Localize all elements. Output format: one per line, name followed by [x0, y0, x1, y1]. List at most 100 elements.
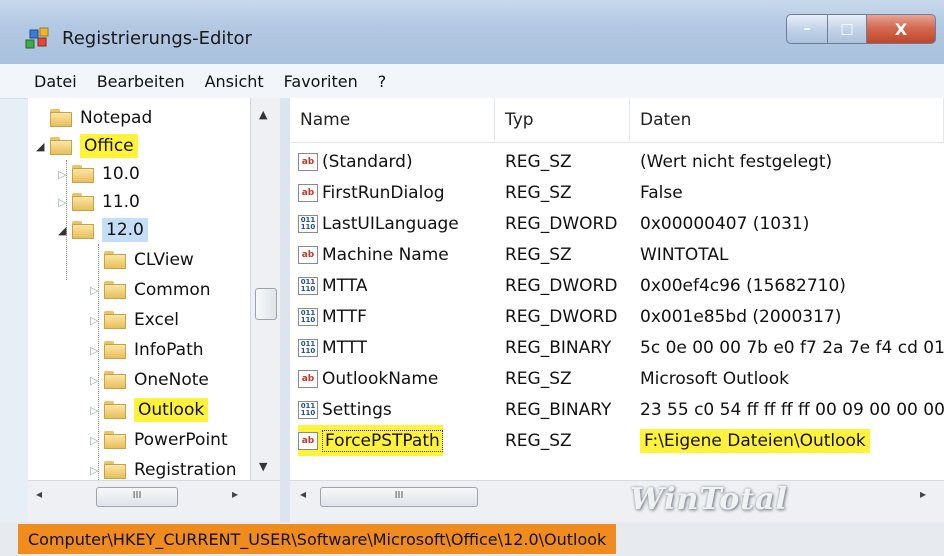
folder-icon — [104, 371, 126, 389]
window-controls: – □ X — [786, 14, 936, 44]
list-scroll-right-icon[interactable]: ▸ — [920, 487, 926, 501]
value-name-cell[interactable]: ab Machine Name — [298, 239, 449, 270]
expand-arrow-icon[interactable]: ▷ — [90, 464, 104, 477]
tree-item-registration[interactable]: ▷ Registration — [90, 456, 237, 480]
value-name: MTTT — [322, 337, 368, 358]
expand-arrow-icon[interactable]: ▷ — [58, 196, 72, 209]
value-name-cell[interactable]: 011 110 LastUILanguage — [298, 208, 459, 239]
value-name-cell[interactable]: 011 110 MTTF — [298, 301, 367, 332]
menu-bearbeiten[interactable]: Bearbeiten — [87, 72, 195, 91]
tree-item-onenote[interactable]: ▷ OneNote — [90, 366, 209, 394]
list-row-firstrundialog[interactable]: ab FirstRunDialog REG_SZ False — [290, 177, 944, 208]
value-data-cell: 23 55 c0 54 ff ff ff ff 00 09 00 00 00 0 — [640, 394, 944, 425]
tree-item-11-0[interactable]: ▷ 11.0 — [58, 188, 140, 216]
value-name-cell[interactable]: 011 110 MTTT — [298, 332, 367, 363]
tree-scroll-thumb[interactable] — [255, 288, 277, 320]
list-hscroll-thumb[interactable]: III — [320, 487, 478, 507]
scroll-up-arrow-icon[interactable]: ▲ — [259, 108, 267, 121]
value-data: 0x00ef4c96 (15682710) — [640, 275, 846, 296]
list-row-settings[interactable]: 011 110 Settings REG_BINARY 23 55 c0 54 ff … — [290, 394, 944, 425]
folder-icon — [104, 251, 126, 269]
value-type: REG_SZ — [505, 182, 572, 203]
binary-value-icon: 011 110 — [298, 400, 318, 419]
tree-item-label: 12.0 — [102, 218, 148, 242]
value-name-cell[interactable]: ab FirstRunDialog — [298, 177, 445, 208]
tree-item-notepad[interactable]: Notepad — [36, 104, 152, 132]
folder-icon — [72, 193, 94, 211]
value-name-cell[interactable]: ab OutlookName — [298, 363, 438, 394]
value-name: MTTA — [322, 275, 368, 296]
column-data[interactable]: Daten — [630, 98, 944, 142]
value-name: Machine Name — [322, 244, 449, 265]
folder-icon — [104, 461, 126, 479]
expand-arrow-icon[interactable]: ▷ — [90, 314, 104, 327]
tree-item-12-0[interactable]: ◢ 12.0 — [58, 216, 148, 244]
expand-arrow-icon[interactable]: ▷ — [90, 404, 104, 417]
expand-arrow-icon[interactable]: ▷ — [90, 284, 104, 297]
binary-value-icon: 011 110 — [298, 307, 318, 326]
tree-item-office[interactable]: ◢ Office — [36, 132, 138, 160]
tree-vertical-scrollbar[interactable]: ▲ ▼ — [250, 98, 281, 480]
expand-arrow-icon[interactable]: ▷ — [90, 434, 104, 447]
pane-splitter[interactable] — [280, 98, 290, 534]
close-icon: X — [894, 19, 908, 39]
scroll-down-arrow-icon[interactable]: ▼ — [259, 460, 267, 473]
tree-item-clview[interactable]: CLView — [90, 246, 194, 274]
folder-icon — [72, 165, 94, 183]
list-row-machine-name[interactable]: ab Machine Name REG_SZ WINTOTAL — [290, 239, 944, 270]
string-value-icon: ab — [298, 245, 318, 264]
status-bar: Computer\HKEY_CURRENT_USER\Software\Micr… — [0, 522, 944, 556]
value-name-cell[interactable]: 011 110 MTTA — [298, 270, 367, 301]
tree-item-excel[interactable]: ▷ Excel — [90, 306, 179, 334]
list-row-mttf[interactable]: 011 110 MTTF REG_DWORD 0x001e85bd (2000317) — [290, 301, 944, 332]
title-bar[interactable]: Registrierungs-Editor – □ X — [0, 0, 944, 64]
tree-scroll-right-icon[interactable]: ▸ — [232, 487, 238, 501]
list-row-mttt[interactable]: 011 110 MTTT REG_BINARY 5c 0e 00 00 7b e0 f… — [290, 332, 944, 363]
menu-datei[interactable]: Datei — [0, 72, 87, 91]
list-row-mtta[interactable]: 011 110 MTTA REG_DWORD 0x00ef4c96 (15682710… — [290, 270, 944, 301]
minimize-button[interactable]: – — [786, 14, 828, 44]
collapse-arrow-icon[interactable]: ◢ — [58, 224, 72, 237]
list-row-lastuilanguage[interactable]: 011 110 LastUILanguage REG_DWORD 0x00000407… — [290, 208, 944, 239]
tree-item-label: Common — [134, 280, 211, 300]
collapse-arrow-icon[interactable]: ◢ — [36, 140, 50, 153]
value-data: 0x001e85bd (2000317) — [640, 306, 842, 327]
list-row--standard-[interactable]: ab (Standard) REG_SZ (Wert nicht festgelegt… — [290, 146, 944, 177]
value-type: REG_SZ — [505, 368, 572, 389]
tree-scroll-left-icon[interactable]: ◂ — [36, 487, 42, 501]
expand-arrow-icon[interactable]: ▷ — [90, 344, 104, 357]
key-tree[interactable]: Notepad ◢ Office ▷ 10.0 ▷ 11.0 ◢ 12.0 CLView ▷ Comm… — [28, 98, 281, 480]
expand-arrow-icon[interactable]: ▷ — [58, 168, 72, 181]
tree-hscroll-thumb[interactable]: III — [96, 487, 178, 507]
value-name: ForcePSTPath — [322, 429, 443, 452]
tree-item-label: 11.0 — [102, 192, 140, 212]
value-data: 0x00000407 (1031) — [640, 213, 810, 234]
list-row-forcepstpath[interactable]: ab ForcePSTPath REG_SZ F:\Eigene Dateien\Ou… — [290, 425, 944, 456]
tree-item-label: OneNote — [134, 370, 209, 390]
tree-item-10-0[interactable]: ▷ 10.0 — [58, 160, 140, 188]
maximize-button[interactable]: □ — [828, 14, 867, 44]
menu-help[interactable]: ? — [368, 72, 397, 91]
tree-item-infopath[interactable]: ▷ InfoPath — [90, 336, 204, 364]
list-scroll-left-icon[interactable]: ◂ — [300, 487, 306, 501]
tree-item-label: PowerPoint — [134, 430, 228, 450]
menu-favoriten[interactable]: Favoriten — [274, 72, 368, 91]
maximize-icon: □ — [840, 21, 854, 37]
tree-item-outlook[interactable]: ▷ Outlook — [90, 396, 209, 424]
tree-item-powerpoint[interactable]: ▷ PowerPoint — [90, 426, 228, 454]
column-name[interactable]: Name — [290, 98, 495, 142]
value-name-cell[interactable]: ab ForcePSTPath — [298, 425, 443, 456]
expand-arrow-icon[interactable]: ▷ — [90, 374, 104, 387]
binary-value-icon: 011 110 — [298, 276, 318, 295]
tree-item-label: Excel — [134, 310, 180, 330]
wintotal-watermark: WinTotal — [630, 482, 788, 517]
column-type[interactable]: Typ — [495, 98, 630, 142]
tree-item-common[interactable]: ▷ Common — [90, 276, 211, 304]
value-name-cell[interactable]: 011 110 Settings — [298, 394, 392, 425]
value-name: (Standard) — [322, 151, 413, 172]
value-data-cell: WINTOTAL — [640, 239, 944, 270]
list-row-outlookname[interactable]: ab OutlookName REG_SZ Microsoft Outlook — [290, 363, 944, 394]
value-name-cell[interactable]: ab (Standard) — [298, 146, 413, 177]
menu-ansicht[interactable]: Ansicht — [195, 72, 274, 91]
close-button[interactable]: X — [867, 14, 936, 44]
